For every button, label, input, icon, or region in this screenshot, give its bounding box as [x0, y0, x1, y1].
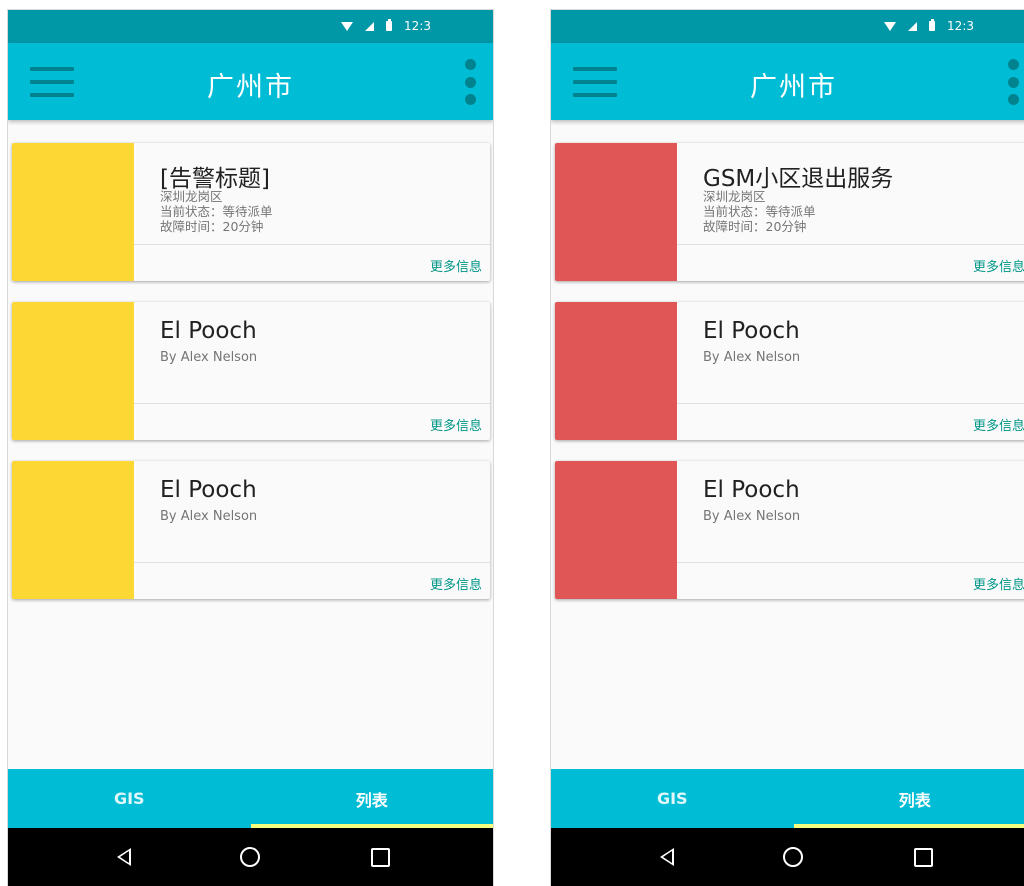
recent-square-icon — [370, 847, 390, 867]
battery-icon — [386, 19, 393, 31]
system-nav-bar — [8, 828, 493, 886]
status-time: 12:3 — [947, 19, 974, 33]
list-card[interactable]: El Pooch By Alex Nelson 更多信息 — [12, 461, 490, 599]
more-options-icon[interactable] — [463, 59, 477, 105]
wifi-icon — [884, 21, 897, 31]
card-title: [告警标题] — [160, 166, 270, 192]
card-location: 深圳龙岗区 — [703, 189, 766, 204]
card-title: El Pooch — [160, 477, 257, 503]
card-title: El Pooch — [160, 318, 257, 344]
card-status: 当前状态：等待派单 — [703, 204, 816, 219]
card-accent — [12, 302, 134, 440]
card-list: GSM小区退出服务 深圳龙岗区 当前状态：等待派单 故障时间：20分钟 更多信息… — [551, 120, 1024, 769]
card-accent — [555, 143, 677, 281]
status-bar: 12:3 — [551, 10, 1024, 43]
back-triangle-icon — [660, 848, 674, 866]
tab-gis[interactable]: GIS — [551, 769, 794, 828]
app-title: 广州市 — [207, 72, 294, 103]
alarm-card[interactable]: [告警标题] 深圳龙岗区 当前状态：等待派单 故障时间：20分钟 更多信息 — [12, 143, 490, 281]
app-bar: 广州市 — [551, 43, 1024, 120]
card-divider — [677, 403, 1024, 404]
card-subtitle: By Alex Nelson — [703, 350, 801, 365]
app-title: 广州市 — [750, 72, 837, 103]
card-divider — [134, 562, 490, 563]
card-accent — [555, 302, 677, 440]
card-details: 深圳龙岗区 当前状态：等待派单 故障时间：20分钟 — [703, 189, 816, 234]
card-accent — [555, 461, 677, 599]
back-triangle-icon — [117, 848, 131, 866]
more-info-button[interactable]: 更多信息 — [430, 574, 482, 593]
card-subtitle: By Alex Nelson — [160, 350, 258, 365]
home-button[interactable] — [763, 828, 823, 886]
more-info-button[interactable]: 更多信息 — [430, 415, 482, 434]
back-button[interactable] — [94, 828, 154, 886]
card-status: 当前状态：等待派单 — [160, 204, 273, 219]
card-subtitle: By Alex Nelson — [703, 509, 801, 524]
tab-gis[interactable]: GIS — [8, 769, 251, 828]
home-circle-icon — [783, 847, 803, 867]
card-title: El Pooch — [703, 477, 800, 503]
card-accent — [12, 143, 134, 281]
more-options-icon[interactable] — [1006, 59, 1020, 105]
list-card[interactable]: El Pooch By Alex Nelson 更多信息 — [555, 302, 1024, 440]
card-divider — [677, 244, 1024, 245]
card-divider — [134, 244, 490, 245]
more-info-button[interactable]: 更多信息 — [973, 256, 1024, 275]
card-list: [告警标题] 深圳龙岗区 当前状态：等待派单 故障时间：20分钟 更多信息 El… — [8, 120, 493, 769]
back-button[interactable] — [637, 828, 697, 886]
card-subtitle: By Alex Nelson — [160, 509, 258, 524]
more-info-button[interactable]: 更多信息 — [973, 415, 1024, 434]
bottom-tab-bar: GIS 列表 — [8, 769, 493, 828]
phone-screen-left: 12:3 广州市 [告警标题] 深圳龙岗区 当前状态：等待派单 故障时间：20分… — [8, 10, 493, 886]
list-card[interactable]: El Pooch By Alex Nelson 更多信息 — [555, 461, 1024, 599]
card-divider — [677, 562, 1024, 563]
alarm-card[interactable]: GSM小区退出服务 深圳龙岗区 当前状态：等待派单 故障时间：20分钟 更多信息 — [555, 143, 1024, 281]
card-title: El Pooch — [703, 318, 800, 344]
signal-icon — [908, 21, 918, 31]
card-details: 深圳龙岗区 当前状态：等待派单 故障时间：20分钟 — [160, 189, 273, 234]
system-nav-bar — [551, 828, 1024, 886]
card-divider — [134, 403, 490, 404]
card-fault-time: 故障时间：20分钟 — [703, 219, 807, 234]
signal-icon — [365, 21, 375, 31]
recent-apps-button[interactable] — [893, 828, 953, 886]
card-fault-time: 故障时间：20分钟 — [160, 219, 264, 234]
card-title: GSM小区退出服务 — [703, 166, 894, 192]
recent-square-icon — [913, 847, 933, 867]
card-accent — [12, 461, 134, 599]
home-circle-icon — [240, 847, 260, 867]
phone-screen-right: 12:3 广州市 GSM小区退出服务 深圳龙岗区 当前状态：等待派单 故障时间：… — [551, 10, 1024, 886]
wifi-icon — [341, 21, 354, 31]
card-location: 深圳龙岗区 — [160, 189, 223, 204]
home-button[interactable] — [220, 828, 280, 886]
list-card[interactable]: El Pooch By Alex Nelson 更多信息 — [12, 302, 490, 440]
tab-list[interactable]: 列表 — [794, 769, 1024, 828]
more-info-button[interactable]: 更多信息 — [973, 574, 1024, 593]
tab-list[interactable]: 列表 — [251, 769, 494, 828]
recent-apps-button[interactable] — [350, 828, 410, 886]
more-info-button[interactable]: 更多信息 — [430, 256, 482, 275]
app-bar: 广州市 — [8, 43, 493, 120]
status-bar: 12:3 — [8, 10, 493, 43]
bottom-tab-bar: GIS 列表 — [551, 769, 1024, 828]
battery-icon — [929, 19, 936, 31]
status-time: 12:3 — [404, 19, 431, 33]
